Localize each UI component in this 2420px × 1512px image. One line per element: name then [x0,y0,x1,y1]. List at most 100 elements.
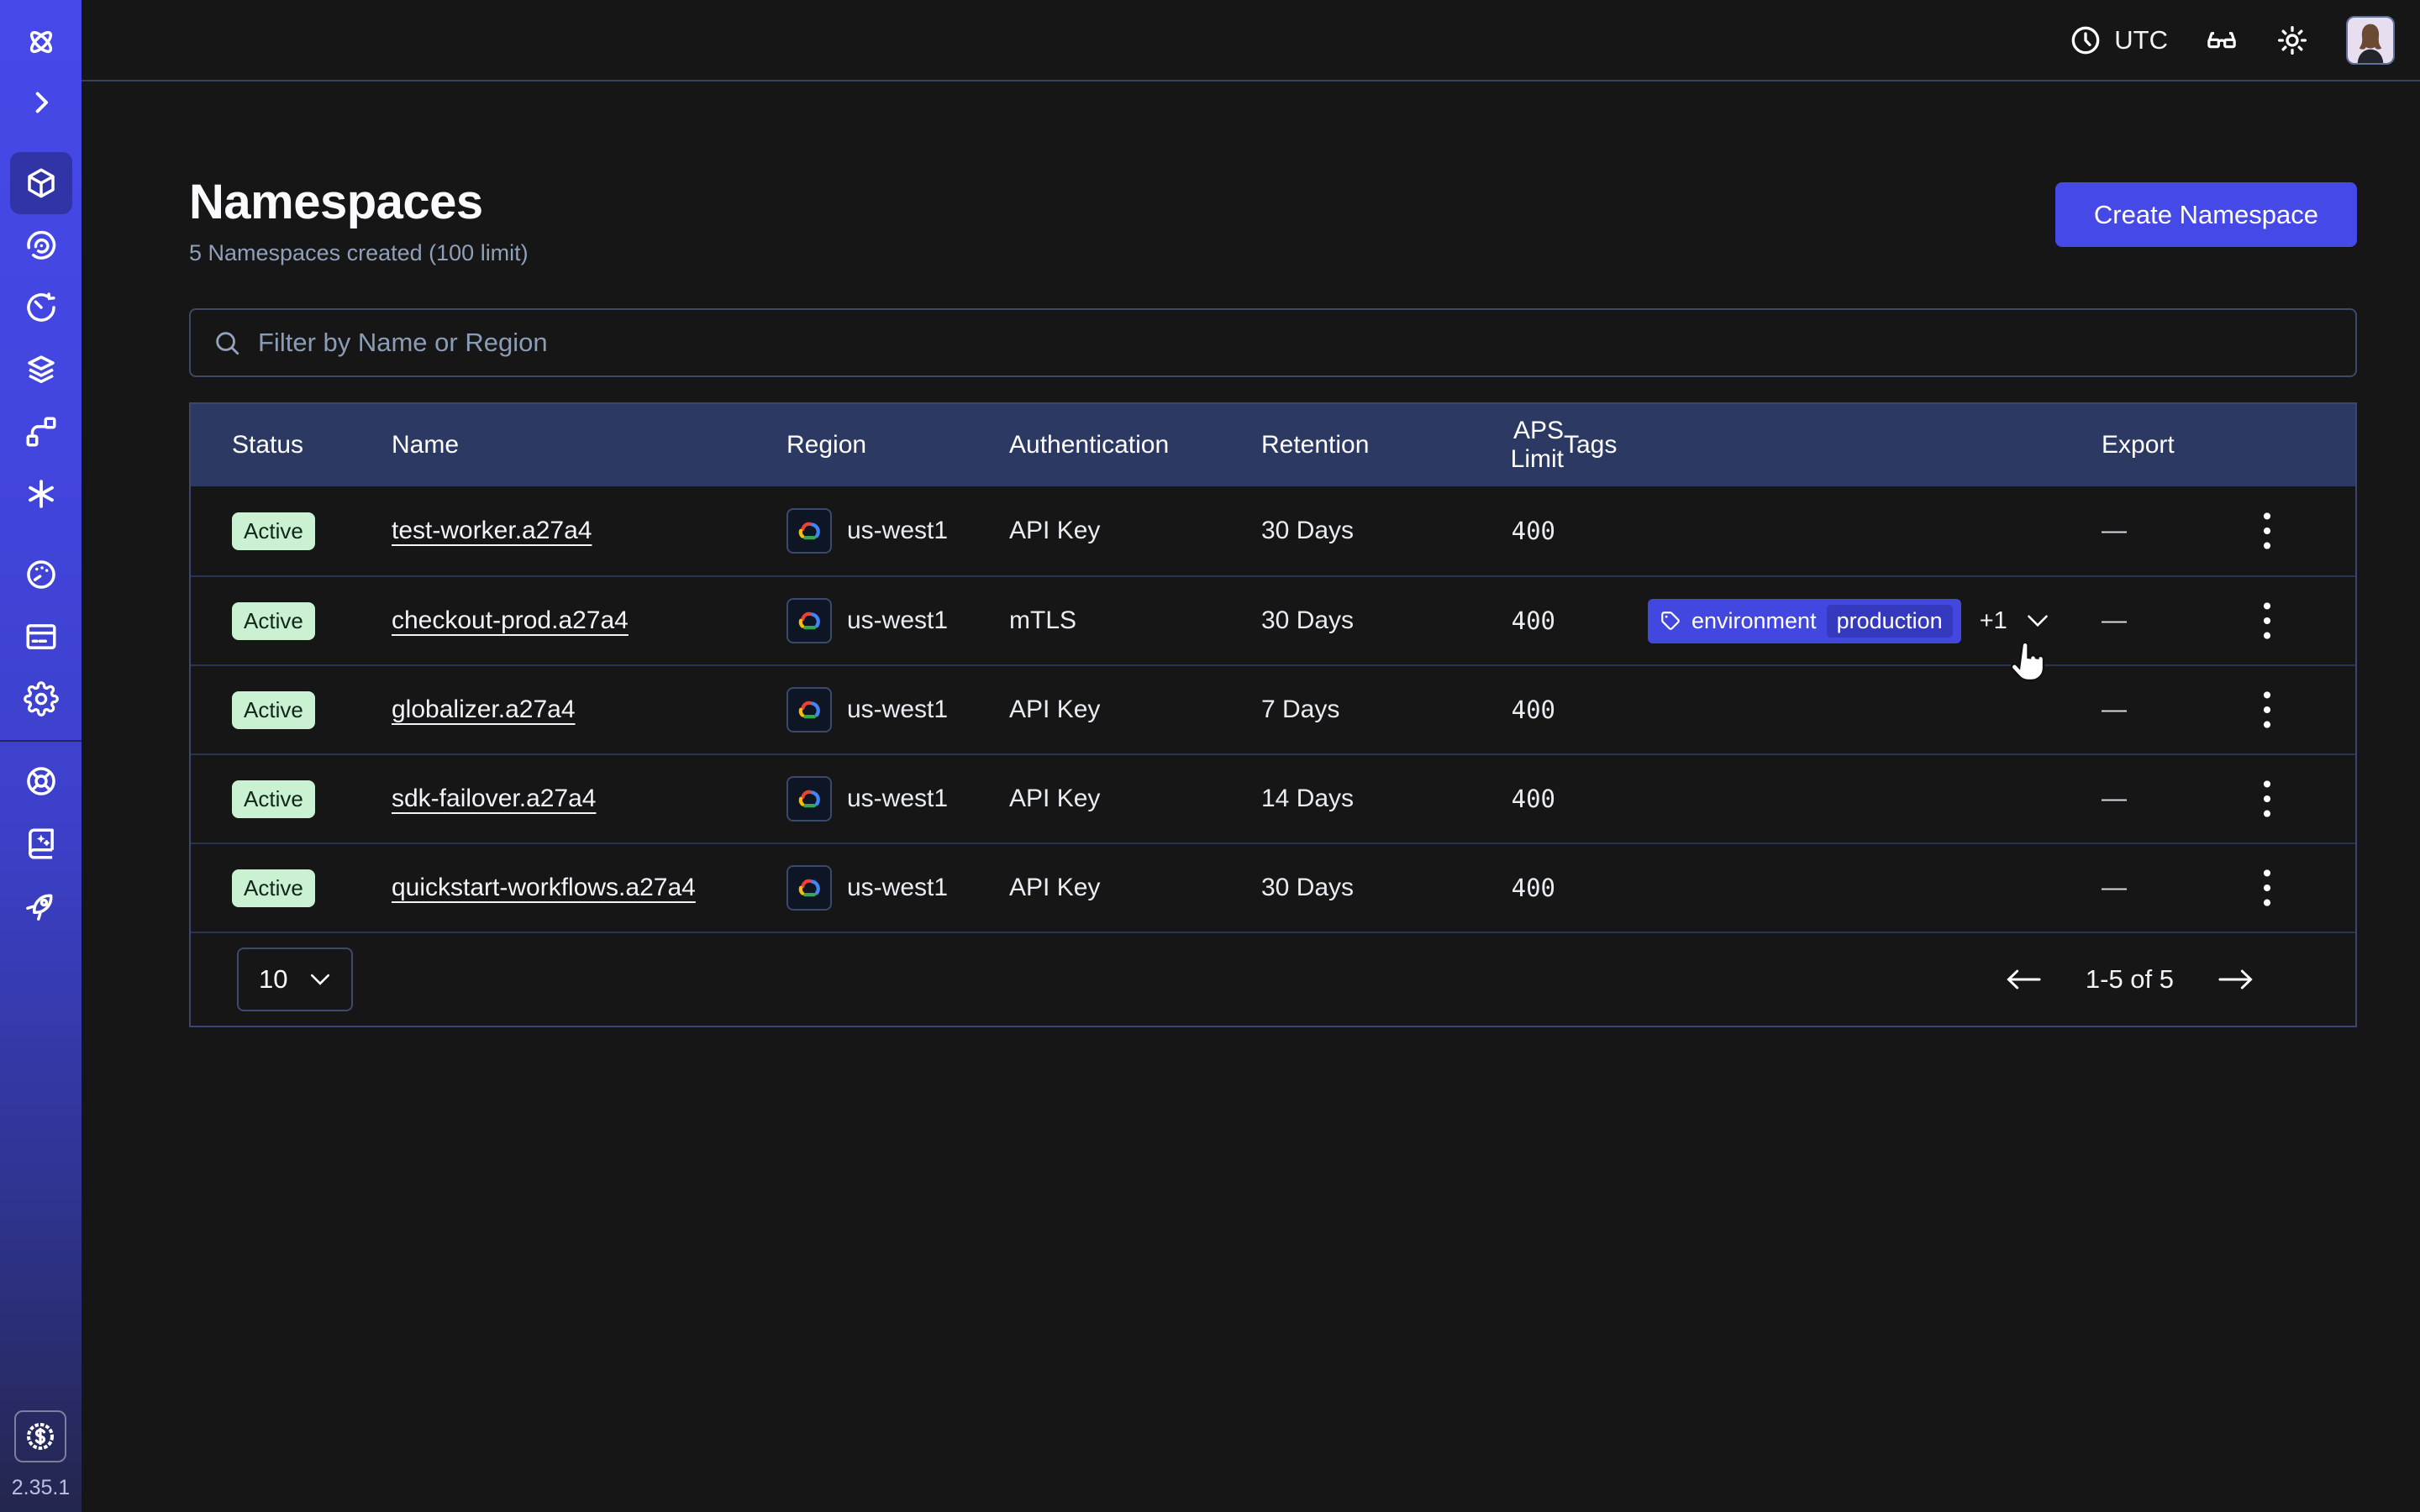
timezone-button[interactable]: UTC [2069,24,2168,57]
next-page-button[interactable] [2217,967,2254,992]
avatar-image [2348,18,2393,63]
namespaces-table: StatusNameRegionAuthenticationRetentionA… [189,402,2357,1027]
pagination-range: 1-5 of 5 [2086,964,2174,995]
book-sparkle-icon [24,826,59,861]
row-menu-button[interactable] [2256,507,2278,555]
table-row[interactable]: Active sdk-failover.a27a4 us-west1 API K… [191,753,2355,843]
theme-toggle-button[interactable] [2275,24,2309,57]
schedules-clock-icon [24,290,59,325]
namespace-link[interactable]: checkout-prod.a27a4 [392,606,629,634]
sidebar-item-deployments[interactable] [10,339,72,401]
sidebar-item-batch-operations[interactable] [10,401,72,463]
region-label: us-west1 [847,696,948,724]
kebab-icon [2261,512,2273,550]
page-title: Namespaces [189,174,529,230]
status-badge: Active [232,869,315,907]
sidebar-item-settings[interactable] [10,668,72,730]
credits-button[interactable] [14,1410,66,1462]
timezone-label: UTC [2114,25,2168,55]
tag-chip[interactable]: environment production [1648,599,1961,643]
region-label: us-west1 [847,785,948,813]
row-menu-button[interactable] [2256,864,2278,912]
sidebar: 2.35.1 [0,0,82,1512]
gauge-icon [24,557,59,592]
tag-value: production [1827,605,1953,638]
app-version: 2.35.1 [12,1476,71,1500]
column-header-status: Status [232,431,392,459]
page-size-value: 10 [259,964,287,995]
table-row[interactable]: Active checkout-prod.a27a4 us-west1 mTLS… [191,575,2355,664]
status-badge: Active [232,512,315,550]
namespace-link[interactable]: globalizer.a27a4 [392,696,576,723]
google-cloud-icon [786,598,832,643]
prev-page-button[interactable] [2005,967,2042,992]
search-icon [213,328,241,357]
column-header-aps-limit: APS Limit [1459,417,1564,474]
chevron-down-icon [309,973,331,986]
region-label: us-west1 [847,606,948,635]
rocket-icon [24,888,59,923]
column-header-name: Name [392,431,786,459]
arrow-right-icon [2217,967,2254,992]
authentication-cell: API Key [1009,696,1261,724]
sidebar-item-namespaces[interactable] [10,152,72,214]
sun-icon [2275,24,2309,57]
namespace-link[interactable]: quickstart-workflows.a27a4 [392,874,696,901]
sidebar-collapse-button[interactable] [10,79,72,126]
asterisk-icon [24,476,59,512]
sidebar-item-usage[interactable] [10,543,72,606]
aps-limit-cell: 400 [1459,785,1564,813]
status-badge: Active [232,780,315,818]
filter-input[interactable] [256,327,2333,359]
chevron-right-icon [24,85,59,120]
export-cell: — [2102,696,2199,724]
tag-icon [1660,610,1681,632]
namespace-link[interactable]: sdk-failover.a27a4 [392,785,597,812]
table-row[interactable]: Active globalizer.a27a4 us-west1 API Key… [191,664,2355,753]
aps-limit-cell: 400 [1459,696,1564,724]
google-cloud-icon [786,687,832,732]
cube-icon [24,165,59,201]
credit-card-icon [24,619,59,654]
app-root: 2.35.1 UTC [0,0,2420,1512]
user-avatar[interactable] [2346,16,2395,65]
row-menu-button[interactable] [2256,685,2278,734]
column-header-authentication: Authentication [1009,431,1261,459]
sidebar-item-workflows[interactable] [10,214,72,276]
region-label: us-west1 [847,517,948,545]
column-header-retention: Retention [1261,431,1459,459]
main-area: UTC [82,0,2420,1512]
sidebar-item-schedules[interactable] [10,276,72,339]
tags-more-count: +1 [1980,607,2007,635]
table-body: Active test-worker.a27a4 us-west1 API Ke… [191,486,2355,932]
sidebar-item-docs[interactable] [10,812,72,874]
row-menu-button[interactable] [2256,774,2278,823]
authentication-cell: mTLS [1009,606,1261,635]
table-header: StatusNameRegionAuthenticationRetentionA… [191,404,2355,486]
region-label: us-west1 [847,874,948,902]
tags-expand-button[interactable] [2026,613,2049,628]
kebab-icon [2261,869,2273,907]
table-row[interactable]: Active quickstart-workflows.a27a4 us-wes… [191,843,2355,932]
authentication-cell: API Key [1009,785,1261,813]
sidebar-item-getting-started[interactable] [10,874,72,937]
export-cell: — [2102,874,2199,902]
google-cloud-icon [786,865,832,911]
aps-limit-cell: 400 [1459,874,1564,902]
namespace-link[interactable]: test-worker.a27a4 [392,517,592,544]
create-namespace-button[interactable]: Create Namespace [2055,182,2357,247]
sidebar-item-billing[interactable] [10,606,72,668]
labs-toggle-button[interactable] [2205,24,2238,57]
status-badge: Active [232,602,315,640]
sidebar-divider [0,740,82,742]
row-menu-button[interactable] [2256,596,2278,645]
table-row[interactable]: Active test-worker.a27a4 us-west1 API Ke… [191,486,2355,575]
page-subtitle: 5 Namespaces created (100 limit) [189,240,529,266]
clock-icon [2069,24,2102,57]
aps-limit-cell: 400 [1459,606,1564,635]
page-size-select[interactable]: 10 [237,948,353,1011]
sidebar-item-support[interactable] [10,750,72,812]
retention-cell: 30 Days [1261,517,1459,545]
sidebar-item-nexus[interactable] [10,463,72,525]
kebab-icon [2261,690,2273,729]
